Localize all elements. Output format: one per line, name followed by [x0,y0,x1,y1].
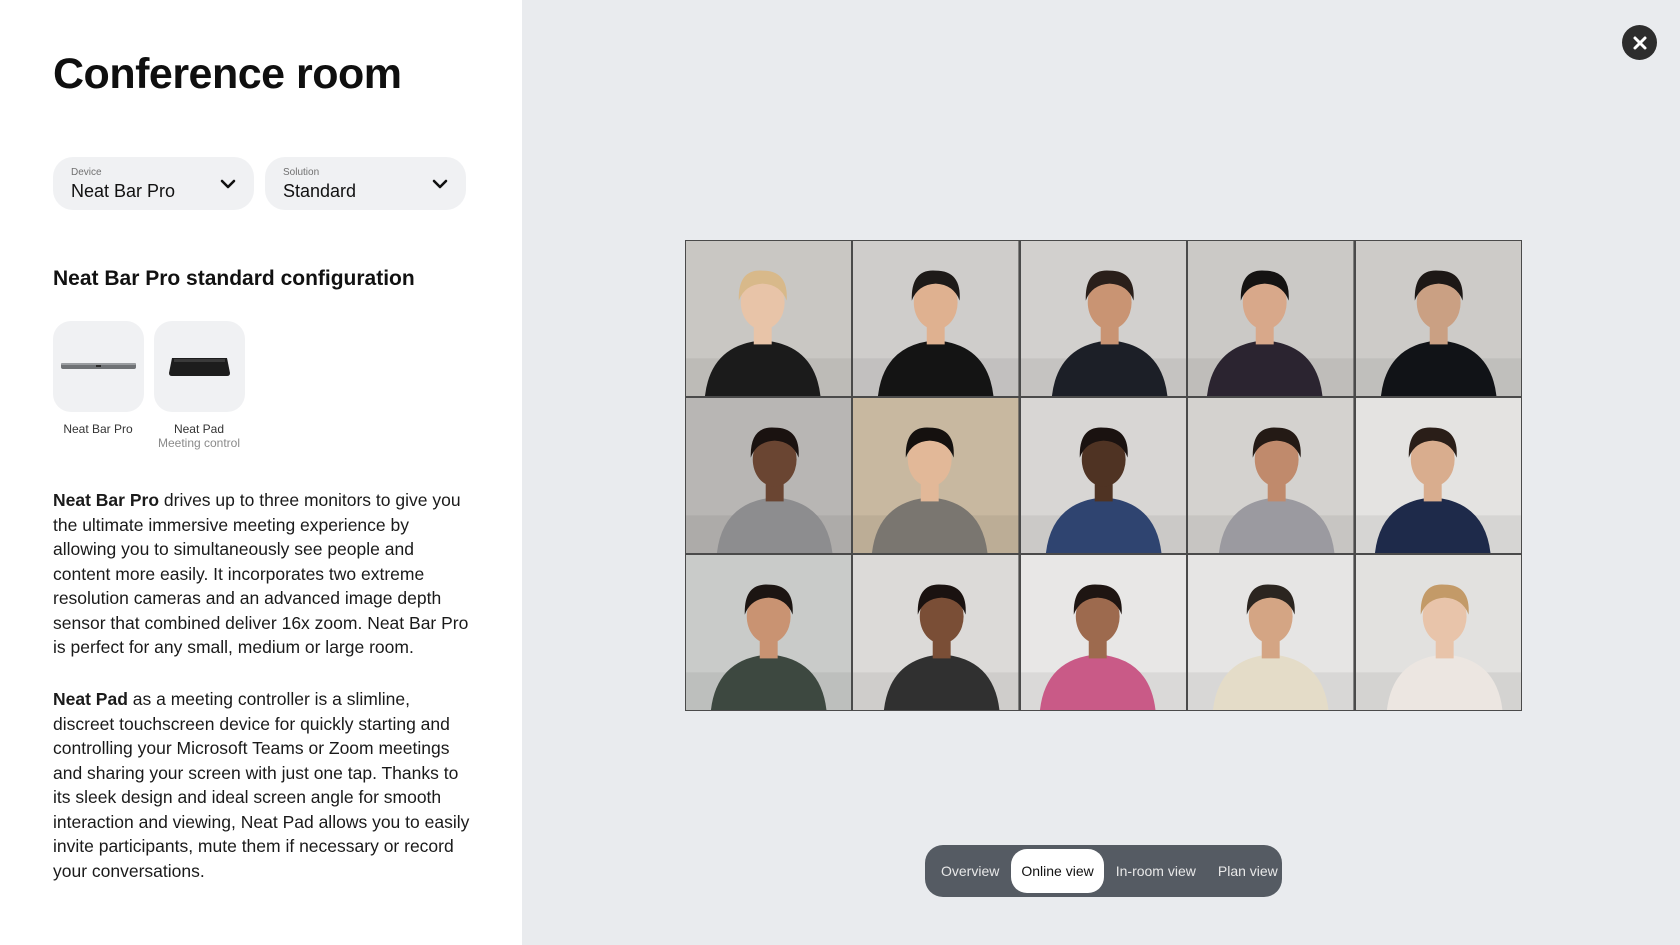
participant-video [1355,555,1521,710]
chevron-down-icon [432,179,448,189]
participant-video [1188,555,1354,710]
solution-select-value: Standard [283,181,357,201]
participant-video [1355,398,1521,553]
device-select-value: Neat Bar Pro [71,181,176,201]
participant-video-tile [1020,241,1187,396]
participant-video [686,555,852,710]
neat-pad-caption: Neat Pad Meeting control [139,422,259,450]
participant-video-tile [1020,555,1187,710]
participant-video [1020,398,1187,553]
participant-video [1355,241,1521,396]
participant-video-tile [1355,241,1521,396]
tab-online-view[interactable]: Online view [1011,849,1104,893]
tab-plan-view[interactable]: Plan view [1208,849,1288,893]
participant-video [686,241,852,396]
page-title: Conference room [53,50,402,98]
online-meeting-video-grid [685,240,1522,711]
configuration-heading: Neat Bar Pro standard configuration [53,267,415,290]
neat-bar-pro-description-text: drives up to three monitors to give you … [53,490,469,657]
tab-overview[interactable]: Overview [931,849,1009,893]
tab-in-room-view[interactable]: In-room view [1106,849,1206,893]
solution-select[interactable]: Solution Standard [265,157,466,210]
neat-pad-image [169,358,230,376]
participant-video [686,398,852,553]
details-panel: Conference room Device Neat Bar Pro Solu… [0,0,522,945]
neat-bar-pro-description: Neat Bar Pro drives up to three monitors… [53,488,473,660]
neat-pad-description-text: as a meeting controller is a slimline, d… [53,689,470,881]
participant-video-tile [1355,555,1521,710]
neat-pad-description-bold: Neat Pad [53,689,128,709]
participant-video [1188,241,1354,396]
participant-video-tile [1188,398,1354,553]
participant-video [853,555,1019,710]
participant-video-tile [1355,398,1521,553]
neat-pad-description: Neat Pad as a meeting controller is a sl… [53,687,473,883]
participant-video [1020,241,1187,396]
participant-video [853,241,1019,396]
device-select[interactable]: Device Neat Bar Pro [53,157,254,210]
participant-video-tile [853,398,1019,553]
view-switcher: Overview Online view In-room view Plan v… [925,845,1282,897]
participant-video [1020,555,1187,710]
participant-video-tile [853,555,1019,710]
neat-pad-tile[interactable] [154,321,245,412]
solution-select-label: Solution [283,167,320,178]
participant-video [1188,398,1354,553]
neat-bar-pro-tile[interactable] [53,321,144,412]
neat-pad-name: Neat Pad [173,422,225,436]
participant-video-tile [1020,398,1187,553]
participant-video-tile [853,241,1019,396]
neat-bar-pro-name: Neat Bar Pro [63,422,133,436]
neat-bar-pro-description-bold: Neat Bar Pro [53,490,160,510]
neat-pad-subtitle: Meeting control [157,436,241,450]
participant-video-tile [686,555,852,710]
close-icon [1633,36,1646,49]
participant-video-tile [686,241,852,396]
participant-video-tile [686,398,852,553]
participant-video [853,398,1019,553]
neat-bar-pro-image [61,363,136,369]
chevron-down-icon [220,179,236,189]
participant-video-tile [1188,241,1354,396]
participant-video-tile [1188,555,1354,710]
device-select-label: Device [71,167,102,178]
close-button[interactable] [1622,25,1657,60]
